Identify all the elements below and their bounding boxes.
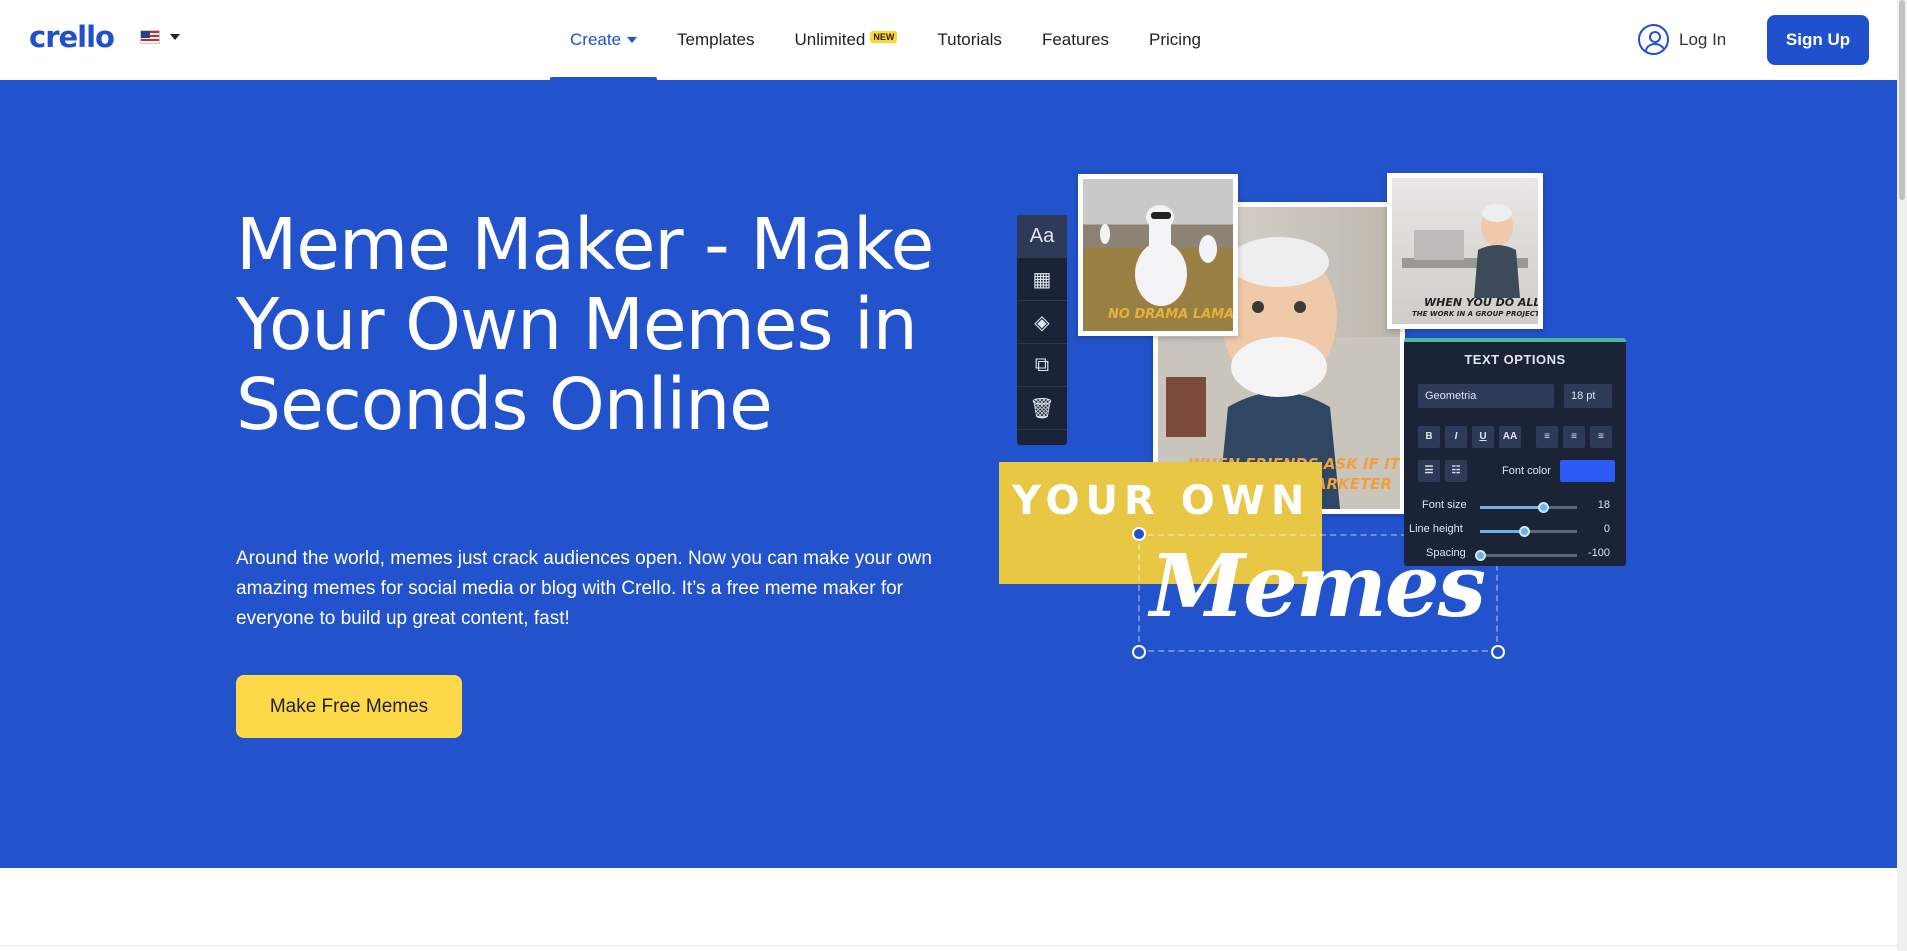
transparency-icon[interactable]: ▦	[1017, 258, 1067, 301]
menu-item-label: Create	[570, 30, 622, 49]
font-size-select[interactable]: 18 pt	[1564, 384, 1612, 408]
menu-item-label: Templates	[677, 30, 755, 49]
align-left-icon[interactable]: ≡	[1536, 426, 1558, 448]
menu-item-label: Unlimited	[794, 30, 866, 49]
menu-item-unlimited[interactable]: Unlimited NEW	[775, 0, 918, 80]
office-caption-1: WHEN YOU DO ALL	[1424, 296, 1541, 309]
login-label: Log In	[1679, 29, 1727, 49]
font-size-label: Font size	[1422, 499, 1467, 511]
user-icon	[1638, 24, 1669, 55]
spacing-slider[interactable]	[1475, 550, 1577, 561]
language-selector[interactable]	[140, 30, 180, 44]
layers-icon[interactable]: ◈	[1017, 301, 1067, 344]
underline-button[interactable]: U	[1472, 426, 1494, 448]
office-caption-2: THE WORK IN A GROUP PROJECT	[1412, 310, 1540, 318]
new-badge: NEW	[870, 31, 898, 43]
crello-logo[interactable]: crello	[29, 20, 115, 54]
trash-icon[interactable]: 🗑	[1017, 387, 1067, 430]
menu-item-label: Tutorials	[937, 30, 1002, 49]
slider-knob[interactable]	[1538, 502, 1550, 513]
spacing-label: Spacing	[1426, 547, 1466, 559]
font-color-label: Font color	[1502, 465, 1551, 477]
chevron-down-icon	[627, 37, 638, 43]
uppercase-button[interactable]: AA	[1499, 426, 1521, 448]
next-section	[0, 868, 1897, 951]
slider-knob[interactable]	[1518, 526, 1530, 537]
align-right-icon[interactable]: ≡	[1590, 426, 1612, 448]
make-free-memes-button[interactable]: Make Free Memes	[236, 675, 462, 738]
spacing-value: -100	[1587, 547, 1610, 559]
duplicate-icon[interactable]: ⧉	[1017, 344, 1067, 387]
menu-item-templates[interactable]: Templates	[657, 0, 774, 80]
panel-title: TEXT OPTIONS	[1464, 352, 1566, 367]
font-color-swatch[interactable]	[1560, 460, 1615, 482]
chevron-down-icon	[170, 34, 180, 40]
bullet-list-icon[interactable]: ☰	[1418, 460, 1440, 482]
bold-button[interactable]: B	[1418, 426, 1440, 448]
numbered-list-icon[interactable]: ☷	[1445, 460, 1467, 482]
line-height-value: 0	[1603, 523, 1610, 535]
main-menu: Create Templates Unlimited NEW Tutorials…	[550, 0, 1221, 80]
menu-item-create[interactable]: Create	[550, 0, 658, 80]
italic-button[interactable]: I	[1445, 426, 1467, 448]
align-center-icon[interactable]: ≡	[1563, 426, 1585, 448]
menu-item-label: Features	[1041, 30, 1110, 49]
font-select[interactable]: Geometria	[1418, 384, 1554, 408]
page-title: Meme Maker - Make Your Own Memes in Seco…	[236, 203, 934, 446]
login-button[interactable]: Log In	[1638, 24, 1726, 55]
resize-handle[interactable]	[1132, 645, 1146, 659]
scrollbar-thumb[interactable]	[1899, 0, 1905, 200]
resize-handle[interactable]	[1491, 645, 1505, 659]
top-navbar: crello Create Templates Unlimited NEW Tu…	[0, 0, 1897, 80]
your-own-text: YOUR OWN	[1012, 478, 1311, 524]
slider-knob[interactable]	[1475, 550, 1486, 561]
line-height-slider[interactable]	[1480, 526, 1577, 537]
menu-item-tutorials[interactable]: Tutorials	[917, 0, 1022, 80]
font-size-slider[interactable]	[1480, 502, 1577, 513]
divider	[0, 945, 1897, 946]
meme-photo-office: WHEN YOU DO ALL THE WORK IN A GROUP PROJ…	[1387, 173, 1543, 329]
menu-item-pricing[interactable]: Pricing	[1129, 0, 1221, 80]
llama-caption: NO DRAMA LAMA	[1108, 307, 1235, 322]
font-size-value: 18	[1597, 499, 1610, 511]
slider-fill	[1480, 506, 1544, 509]
text-options-panel: TEXT OPTIONS Geometria 18 pt B I U AA ≡ …	[1404, 338, 1626, 566]
hero-description: Around the world, memes just crack audie…	[236, 548, 932, 629]
resize-handle[interactable]	[1132, 527, 1146, 541]
line-height-label: Line height	[1409, 523, 1463, 535]
meme-photo-llama: NO DRAMA LAMA	[1078, 174, 1238, 336]
slider-fill	[1480, 530, 1524, 533]
menu-item-features[interactable]: Features	[1022, 0, 1129, 80]
us-flag-icon	[140, 30, 160, 44]
signup-button[interactable]: Sign Up	[1767, 15, 1869, 65]
menu-item-label: Pricing	[1149, 30, 1201, 49]
editor-toolbar: Aa ▦ ◈ ⧉ 🗑	[1017, 215, 1067, 445]
text-icon[interactable]: Aa	[1017, 215, 1067, 258]
